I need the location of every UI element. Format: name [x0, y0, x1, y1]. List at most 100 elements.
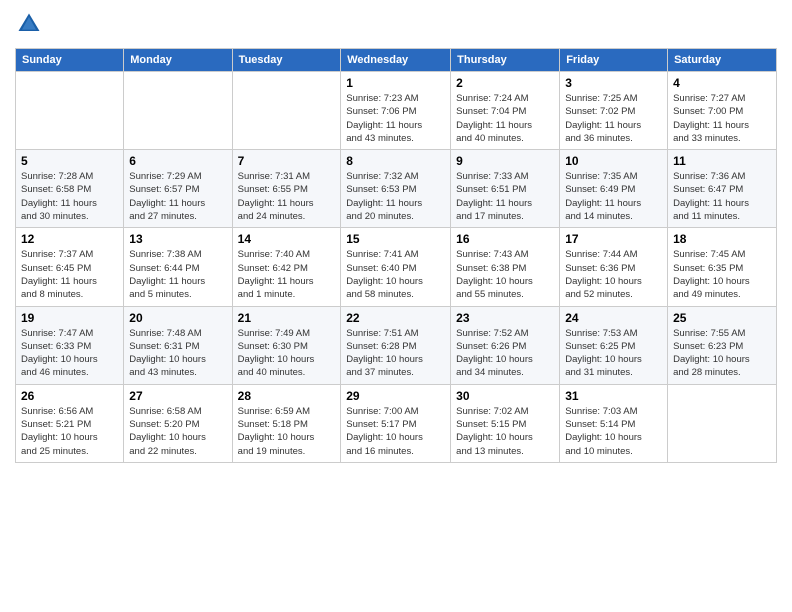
calendar-cell: 21Sunrise: 7:49 AM Sunset: 6:30 PM Dayli…	[232, 306, 341, 384]
day-number: 10	[565, 154, 662, 168]
weekday-header-saturday: Saturday	[668, 49, 777, 72]
day-number: 24	[565, 311, 662, 325]
day-info: Sunrise: 7:35 AM Sunset: 6:49 PM Dayligh…	[565, 170, 662, 223]
weekday-header-tuesday: Tuesday	[232, 49, 341, 72]
calendar-cell: 11 Sunrise: 7:36 AM Sunset: 6:47 PM Dayli…	[668, 150, 777, 228]
calendar-cell: 13 Sunrise: 7:38 AM Sunset: 6:44 PM Dayli…	[124, 228, 232, 306]
day-info: Sunrise: 7:45 AM Sunset: 6:35 PM Dayligh…	[673, 248, 771, 301]
calendar-table: SundayMondayTuesdayWednesdayThursdayFrid…	[15, 48, 777, 463]
calendar-cell: 12 Sunrise: 7:37 AM Sunset: 6:45 PM Dayli…	[16, 228, 124, 306]
calendar-week-row: 19Sunrise: 7:47 AM Sunset: 6:33 PM Dayli…	[16, 306, 777, 384]
calendar-header: SundayMondayTuesdayWednesdayThursdayFrid…	[16, 49, 777, 72]
day-info: Sunrise: 7:36 AM Sunset: 6:47 PM Dayligh…	[673, 170, 771, 223]
calendar-cell: 8 Sunrise: 7:32 AM Sunset: 6:53 PM Daylig…	[341, 150, 451, 228]
calendar-week-row: 12 Sunrise: 7:37 AM Sunset: 6:45 PM Dayli…	[16, 228, 777, 306]
day-number: 15	[346, 232, 445, 246]
header	[15, 10, 777, 38]
calendar-cell: 1 Sunrise: 7:23 AM Sunset: 7:06 PM Daylig…	[341, 72, 451, 150]
calendar-cell: 18 Sunrise: 7:45 AM Sunset: 6:35 PM Dayli…	[668, 228, 777, 306]
calendar-cell: 16Sunrise: 7:43 AM Sunset: 6:38 PM Dayli…	[451, 228, 560, 306]
day-info: Sunrise: 7:33 AM Sunset: 6:51 PM Dayligh…	[456, 170, 554, 223]
calendar-cell: 20 Sunrise: 7:48 AM Sunset: 6:31 PM Dayli…	[124, 306, 232, 384]
day-info: Sunrise: 6:56 AM Sunset: 5:21 PM Dayligh…	[21, 405, 118, 458]
day-number: 22	[346, 311, 445, 325]
calendar-cell: 4 Sunrise: 7:27 AM Sunset: 7:00 PM Daylig…	[668, 72, 777, 150]
weekday-header-monday: Monday	[124, 49, 232, 72]
day-number: 9	[456, 154, 554, 168]
day-number: 28	[238, 389, 336, 403]
day-info: Sunrise: 7:43 AM Sunset: 6:38 PM Dayligh…	[456, 248, 554, 301]
day-info: Sunrise: 7:32 AM Sunset: 6:53 PM Dayligh…	[346, 170, 445, 223]
day-number: 25	[673, 311, 771, 325]
calendar-cell	[16, 72, 124, 150]
day-number: 5	[21, 154, 118, 168]
calendar-cell: 3 Sunrise: 7:25 AM Sunset: 7:02 PM Daylig…	[560, 72, 668, 150]
day-number: 29	[346, 389, 445, 403]
day-info: Sunrise: 7:03 AM Sunset: 5:14 PM Dayligh…	[565, 405, 662, 458]
day-number: 8	[346, 154, 445, 168]
calendar-cell: 30 Sunrise: 7:02 AM Sunset: 5:15 PM Dayli…	[451, 384, 560, 462]
weekday-header-wednesday: Wednesday	[341, 49, 451, 72]
day-number: 2	[456, 76, 554, 90]
day-info: Sunrise: 7:40 AM Sunset: 6:42 PM Dayligh…	[238, 248, 336, 301]
day-info: Sunrise: 7:37 AM Sunset: 6:45 PM Dayligh…	[21, 248, 118, 301]
calendar-cell: 28 Sunrise: 6:59 AM Sunset: 5:18 PM Dayli…	[232, 384, 341, 462]
day-number: 6	[129, 154, 226, 168]
weekday-header-row: SundayMondayTuesdayWednesdayThursdayFrid…	[16, 49, 777, 72]
day-info: Sunrise: 7:23 AM Sunset: 7:06 PM Dayligh…	[346, 92, 445, 145]
day-number: 13	[129, 232, 226, 246]
calendar-cell: 17 Sunrise: 7:44 AM Sunset: 6:36 PM Dayli…	[560, 228, 668, 306]
logo-icon	[15, 10, 43, 38]
day-info: Sunrise: 6:59 AM Sunset: 5:18 PM Dayligh…	[238, 405, 336, 458]
day-number: 14	[238, 232, 336, 246]
day-number: 20	[129, 311, 226, 325]
calendar-cell: 29 Sunrise: 7:00 AM Sunset: 5:17 PM Dayli…	[341, 384, 451, 462]
day-number: 18	[673, 232, 771, 246]
calendar-week-row: 1 Sunrise: 7:23 AM Sunset: 7:06 PM Daylig…	[16, 72, 777, 150]
day-info: Sunrise: 7:55 AM Sunset: 6:23 PM Dayligh…	[673, 327, 771, 380]
day-number: 1	[346, 76, 445, 90]
day-number: 3	[565, 76, 662, 90]
day-info: Sunrise: 7:41 AM Sunset: 6:40 PM Dayligh…	[346, 248, 445, 301]
day-info: Sunrise: 7:48 AM Sunset: 6:31 PM Dayligh…	[129, 327, 226, 380]
day-info: Sunrise: 7:25 AM Sunset: 7:02 PM Dayligh…	[565, 92, 662, 145]
calendar-cell: 5Sunrise: 7:28 AM Sunset: 6:58 PM Daylig…	[16, 150, 124, 228]
day-number: 11	[673, 154, 771, 168]
day-info: Sunrise: 7:52 AM Sunset: 6:26 PM Dayligh…	[456, 327, 554, 380]
day-number: 17	[565, 232, 662, 246]
calendar-cell	[232, 72, 341, 150]
day-number: 7	[238, 154, 336, 168]
calendar-cell: 6 Sunrise: 7:29 AM Sunset: 6:57 PM Daylig…	[124, 150, 232, 228]
calendar-week-row: 5Sunrise: 7:28 AM Sunset: 6:58 PM Daylig…	[16, 150, 777, 228]
day-info: Sunrise: 6:58 AM Sunset: 5:20 PM Dayligh…	[129, 405, 226, 458]
day-number: 12	[21, 232, 118, 246]
calendar-cell: 22 Sunrise: 7:51 AM Sunset: 6:28 PM Dayli…	[341, 306, 451, 384]
day-info: Sunrise: 7:00 AM Sunset: 5:17 PM Dayligh…	[346, 405, 445, 458]
calendar-cell	[668, 384, 777, 462]
day-info: Sunrise: 7:49 AM Sunset: 6:30 PM Dayligh…	[238, 327, 336, 380]
weekday-header-thursday: Thursday	[451, 49, 560, 72]
calendar-cell: 7Sunrise: 7:31 AM Sunset: 6:55 PM Daylig…	[232, 150, 341, 228]
day-info: Sunrise: 7:38 AM Sunset: 6:44 PM Dayligh…	[129, 248, 226, 301]
calendar-cell: 10 Sunrise: 7:35 AM Sunset: 6:49 PM Dayli…	[560, 150, 668, 228]
calendar-body: 1 Sunrise: 7:23 AM Sunset: 7:06 PM Daylig…	[16, 72, 777, 463]
day-number: 30	[456, 389, 554, 403]
day-number: 23	[456, 311, 554, 325]
day-info: Sunrise: 7:02 AM Sunset: 5:15 PM Dayligh…	[456, 405, 554, 458]
calendar-cell: 26Sunrise: 6:56 AM Sunset: 5:21 PM Dayli…	[16, 384, 124, 462]
day-info: Sunrise: 7:29 AM Sunset: 6:57 PM Dayligh…	[129, 170, 226, 223]
calendar-cell: 19Sunrise: 7:47 AM Sunset: 6:33 PM Dayli…	[16, 306, 124, 384]
calendar-cell: 25 Sunrise: 7:55 AM Sunset: 6:23 PM Dayli…	[668, 306, 777, 384]
day-info: Sunrise: 7:44 AM Sunset: 6:36 PM Dayligh…	[565, 248, 662, 301]
page: SundayMondayTuesdayWednesdayThursdayFrid…	[0, 0, 792, 473]
weekday-header-friday: Friday	[560, 49, 668, 72]
calendar-cell: 24Sunrise: 7:53 AM Sunset: 6:25 PM Dayli…	[560, 306, 668, 384]
calendar-week-row: 26Sunrise: 6:56 AM Sunset: 5:21 PM Dayli…	[16, 384, 777, 462]
calendar-cell: 14 Sunrise: 7:40 AM Sunset: 6:42 PM Dayli…	[232, 228, 341, 306]
weekday-header-sunday: Sunday	[16, 49, 124, 72]
calendar-cell	[124, 72, 232, 150]
day-info: Sunrise: 7:27 AM Sunset: 7:00 PM Dayligh…	[673, 92, 771, 145]
day-info: Sunrise: 7:51 AM Sunset: 6:28 PM Dayligh…	[346, 327, 445, 380]
day-number: 4	[673, 76, 771, 90]
calendar-cell: 9 Sunrise: 7:33 AM Sunset: 6:51 PM Daylig…	[451, 150, 560, 228]
